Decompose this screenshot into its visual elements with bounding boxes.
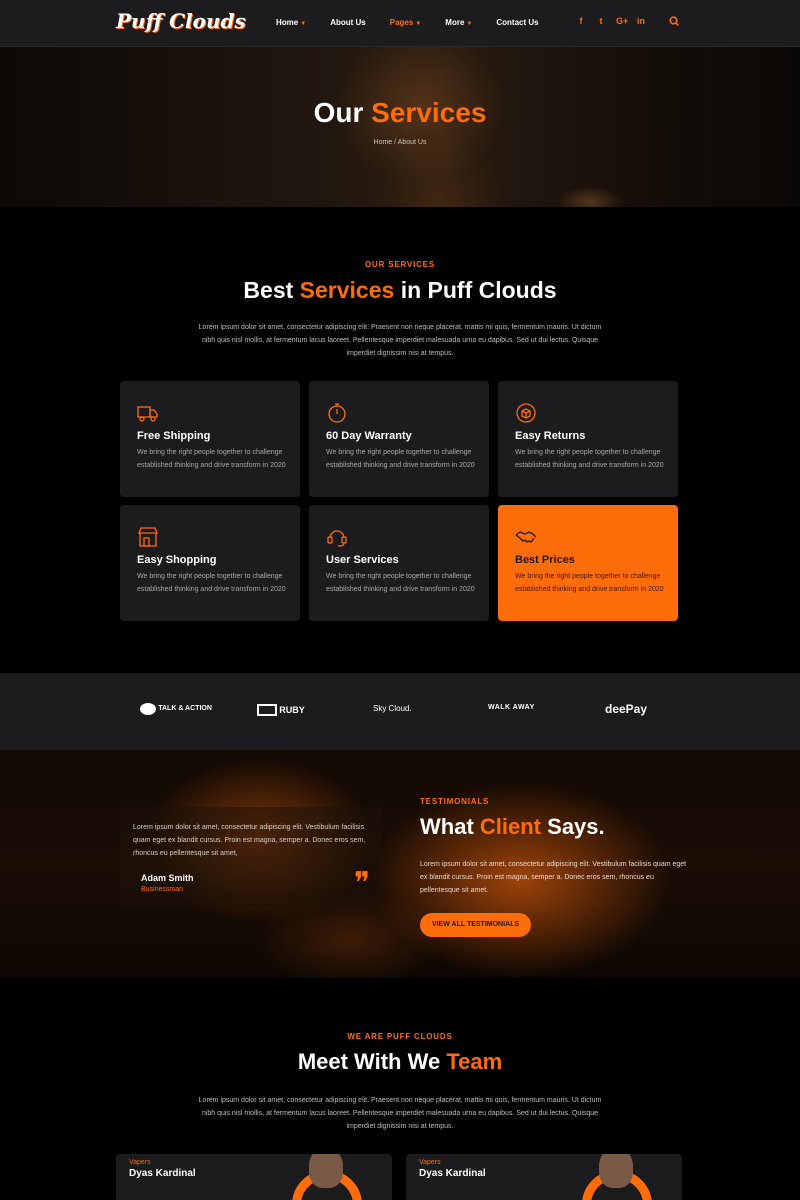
- title-highlight: Client: [479, 814, 542, 839]
- testimonials-section: Lorem ipsum dolor sit amet, consectetur …: [0, 750, 800, 978]
- service-card-easy-shopping[interactable]: Easy Shopping We bring the right people …: [120, 505, 300, 621]
- testimonial-role: Businessman: [141, 886, 184, 893]
- brand-name: TALK & ACTION: [158, 705, 212, 712]
- team-member-role: Vapers: [129, 1159, 151, 1166]
- avatar: [599, 1154, 633, 1188]
- title-highlight: Team: [446, 1049, 503, 1074]
- card-title: User Services: [326, 554, 399, 566]
- truck-icon: [137, 406, 158, 422]
- section-title: What Client Says.: [420, 814, 605, 840]
- chevron-down-icon: ▼: [415, 21, 422, 27]
- headset-icon: [327, 530, 347, 547]
- section-eyebrow: WE ARE PUFF CLOUDS: [347, 1032, 453, 1041]
- title-part: Meet With We: [297, 1049, 441, 1074]
- search-icon[interactable]: [669, 16, 679, 28]
- title-part: Says.: [547, 814, 605, 839]
- brand-logo-walk-away[interactable]: WALK AWAY: [488, 704, 535, 711]
- team-member-name: Dyas Kardinal: [129, 1168, 196, 1179]
- team-member-name: Dyas Kardinal: [419, 1168, 486, 1179]
- brand-logo-ruby[interactable]: RUBY: [257, 704, 305, 716]
- card-title: Easy Shopping: [137, 554, 217, 566]
- services-section: OUR SERVICES Best Services in Puff Cloud…: [0, 207, 800, 673]
- top-navbar: Puff Clouds Home ▼ About Us Pages ▼ More ▼ …: [0, 0, 800, 47]
- quote-icon: ❞: [354, 866, 371, 901]
- testimonial-author: Adam Smith: [141, 873, 194, 883]
- page-hero: Our Services Home / About Us: [0, 47, 800, 207]
- title-highlight: Services: [299, 277, 395, 303]
- menu-item-label: Home: [276, 18, 299, 27]
- card-text: We bring the right people together to ch…: [326, 449, 475, 469]
- menu-item-label: Contact Us: [496, 18, 539, 27]
- main-menu: Home ▼ About Us Pages ▼ More ▼ Contact Us: [276, 18, 563, 27]
- section-description: Lorem ipsum dolor sit amet, consectetur …: [198, 1097, 602, 1130]
- title-part: What: [420, 814, 474, 839]
- card-title: 60 Day Warranty: [326, 430, 412, 442]
- menu-item-label: More: [445, 18, 465, 27]
- card-text: We bring the right people together to ch…: [515, 449, 664, 469]
- title-part: Best: [243, 277, 294, 303]
- card-text: We bring the right people together to ch…: [326, 573, 475, 593]
- brand-name: RUBY: [279, 705, 305, 715]
- section-description: Lorem ipsum dolor sit amet, consectetur …: [420, 861, 687, 894]
- service-card-free-shipping[interactable]: Free Shipping We bring the right people …: [120, 381, 300, 497]
- shop-icon: [138, 527, 158, 547]
- section-description: Lorem ipsum dolor sit amet, consectetur …: [198, 324, 602, 357]
- service-card-warranty[interactable]: 60 Day Warranty We bring the right peopl…: [309, 381, 489, 497]
- site-logo[interactable]: Puff Clouds: [116, 9, 246, 33]
- title-part: in Puff Clouds: [400, 277, 557, 303]
- avatar: [309, 1154, 343, 1188]
- menu-item-about[interactable]: About Us: [330, 18, 366, 27]
- view-all-testimonials-button[interactable]: VIEW ALL TESTIMONIALS: [420, 913, 531, 937]
- chevron-down-icon: ▼: [300, 21, 307, 27]
- brand-logo-sky-cloud[interactable]: Sky Cloud.: [373, 704, 412, 713]
- menu-item-label: Pages: [389, 18, 414, 27]
- breadcrumb[interactable]: Home / About Us: [0, 139, 800, 146]
- section-eyebrow: OUR SERVICES: [365, 260, 435, 269]
- menu-item-label: About Us: [330, 18, 366, 27]
- team-member-role: Vapers: [419, 1159, 441, 1166]
- menu-item-contact[interactable]: Contact Us: [496, 18, 538, 27]
- brand-logo-deepay[interactable]: deePay: [605, 702, 647, 716]
- box-return-icon: [516, 403, 536, 423]
- chevron-down-icon: ▼: [466, 21, 473, 27]
- twitter-icon[interactable]: t: [596, 16, 606, 26]
- team-section: WE ARE PUFF CLOUDS Meet With We Team Lor…: [0, 978, 800, 1200]
- speech-bubble-icon: [140, 703, 156, 715]
- card-text: We bring the right people together to ch…: [137, 449, 286, 469]
- service-card-user-services[interactable]: User Services We bring the right people …: [309, 505, 489, 621]
- page-title: Our Services: [0, 97, 800, 129]
- service-card-returns[interactable]: Easy Returns We bring the right people t…: [498, 381, 678, 497]
- card-text: We bring the right people together to ch…: [515, 573, 664, 593]
- brand-logo-talk-action[interactable]: TALK & ACTION: [140, 703, 212, 715]
- ruby-mark-icon: [257, 704, 277, 716]
- linkedin-icon[interactable]: in: [636, 16, 646, 26]
- team-member-card[interactable]: Vapers Dyas Kardinal: [116, 1154, 392, 1200]
- google-plus-icon[interactable]: G+: [616, 16, 628, 26]
- section-title: Meet With We Team: [0, 1049, 800, 1075]
- testimonial-card: Lorem ipsum dolor sit amet, consectetur …: [120, 807, 382, 907]
- handshake-icon: [515, 531, 537, 543]
- card-title: Easy Returns: [515, 430, 586, 442]
- page-title-part: Our: [313, 97, 364, 128]
- menu-item-pages[interactable]: Pages ▼: [390, 18, 422, 27]
- section-eyebrow: TESTIMONIALS: [420, 797, 490, 806]
- stopwatch-icon: [328, 403, 346, 423]
- service-card-best-prices[interactable]: Best Prices We bring the right people to…: [498, 505, 678, 621]
- team-member-card[interactable]: Vapers Dyas Kardinal: [406, 1154, 682, 1200]
- social-links: f t G+ in: [576, 16, 646, 26]
- brand-logo-strip: TALK & ACTION RUBY Sky Cloud. WALK AWAY …: [0, 673, 800, 750]
- card-text: We bring the right people together to ch…: [137, 573, 286, 593]
- testimonial-quote: Lorem ipsum dolor sit amet, consectetur …: [133, 824, 366, 857]
- facebook-icon[interactable]: f: [576, 16, 586, 26]
- menu-item-more[interactable]: More ▼: [445, 18, 472, 27]
- card-title: Best Prices: [515, 554, 575, 566]
- menu-item-home[interactable]: Home ▼: [276, 18, 306, 27]
- section-title: Best Services in Puff Clouds: [0, 277, 800, 304]
- page-title-highlight: Services: [371, 97, 487, 128]
- card-title: Free Shipping: [137, 430, 211, 442]
